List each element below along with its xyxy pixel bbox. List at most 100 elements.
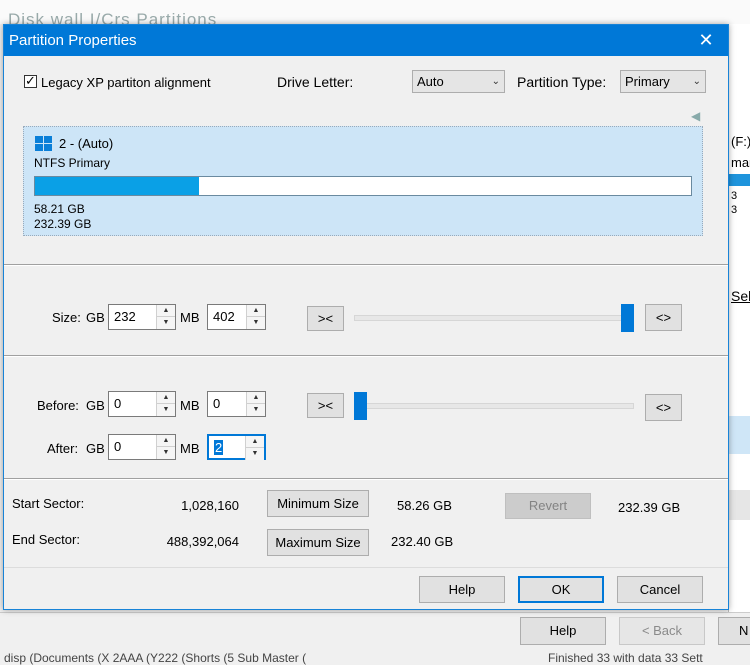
start-sector-label: Start Sector: — [12, 496, 85, 511]
after-gb-value: 0 — [114, 439, 122, 454]
divider — [4, 479, 728, 480]
size-gb-stepper[interactable]: 232 ▲ ▼ — [108, 304, 176, 330]
before-shrink-button[interactable]: >< — [307, 393, 344, 418]
end-sector-label: End Sector: — [12, 532, 80, 547]
partition-type-select[interactable]: Primary ⌄ — [620, 70, 706, 93]
after-gb-stepper[interactable]: 0 ▲ ▼ — [108, 434, 176, 460]
size-gb-value: 232 — [114, 309, 136, 324]
stepper-buttons: ▲ ▼ — [246, 305, 265, 329]
after-mb-value: 2 — [214, 440, 224, 455]
background-back-button[interactable]: < Back — [619, 617, 705, 645]
drive-letter-select[interactable]: Auto ⌄ — [412, 70, 505, 93]
stepper-up-icon[interactable]: ▲ — [247, 305, 265, 317]
disk-filesystem: NTFS Primary — [34, 156, 110, 170]
stepper-buttons: ▲ ▼ — [156, 435, 175, 459]
stepper-down-icon[interactable]: ▼ — [157, 317, 175, 329]
before-slider-thumb[interactable] — [354, 392, 367, 420]
disk-usage-fill — [35, 177, 199, 195]
size-slider-track[interactable] — [354, 315, 634, 321]
disk-name: 2 - (Auto) — [59, 136, 114, 151]
revert-size-value: 232.39 GB — [618, 500, 681, 515]
start-sector-value: 1,028,160 — [181, 498, 239, 513]
size-expand-button[interactable]: <> — [645, 304, 682, 331]
size-label: Size: — [52, 310, 81, 325]
before-mb-value: 0 — [213, 396, 221, 411]
before-gb-label: GB — [86, 398, 105, 413]
after-label: After: — [47, 441, 79, 456]
dialog-title: Partition Properties — [9, 32, 137, 49]
size-shrink-button[interactable]: >< — [307, 306, 344, 331]
drive-letter-label: Drive Letter: — [277, 74, 354, 90]
background-footer-left-text: disp (Documents (X 2AAA (Y222 (Shorts (5… — [4, 651, 307, 665]
background-next-button[interactable]: N — [718, 617, 750, 645]
after-gb-label: GB — [86, 441, 105, 456]
partition-type-label: Partition Type: — [517, 74, 607, 90]
stepper-buttons: ▲ ▼ — [156, 392, 175, 416]
stepper-buttons: ▲ ▼ — [245, 436, 264, 460]
revert-button[interactable]: Revert — [505, 493, 591, 519]
background-right-text-4: 3 — [731, 204, 738, 216]
before-gb-value: 0 — [114, 396, 122, 411]
drive-letter-value: Auto — [417, 74, 444, 89]
stepper-up-icon[interactable]: ▲ — [157, 305, 175, 317]
background-right-band-2 — [729, 490, 750, 520]
stepper-down-icon[interactable]: ▼ — [247, 317, 265, 329]
disk-total-size: 232.39 GB — [34, 217, 92, 231]
end-sector-value: 488,392,064 — [166, 534, 239, 549]
stepper-down-icon[interactable]: ▼ — [157, 404, 175, 416]
legacy-alignment-checkbox[interactable]: ✓ — [24, 73, 37, 88]
dialog-titlebar: Partition Properties ✕ — [4, 25, 728, 56]
minimum-size-button[interactable]: Minimum Size — [267, 490, 369, 517]
background-window-title: Disk wall I/Crs Partitions — [0, 0, 750, 29]
background-right-link[interactable]: Sel — [731, 288, 750, 304]
stepper-down-icon[interactable]: ▼ — [247, 404, 265, 416]
size-slider-thumb[interactable] — [621, 304, 634, 332]
before-mb-stepper[interactable]: 0 ▲ ▼ — [207, 391, 266, 417]
background-right-pane: (F:) mary 3 3 Sel — [728, 24, 750, 614]
background-right-bar — [729, 174, 750, 186]
windows-logo-icon — [35, 136, 53, 153]
background-footer-right-text: Finished 33 with data 33 Sett — [548, 651, 703, 665]
after-mb-label: MB — [180, 441, 200, 456]
disk-info-panel: 2 - (Auto) NTFS Primary 58.21 GB 232.39 … — [23, 126, 703, 236]
stepper-up-icon[interactable]: ▲ — [157, 392, 175, 404]
size-mb-value: 402 — [213, 309, 235, 324]
after-mb-stepper[interactable]: 2 ▲ ▼ — [207, 434, 266, 460]
divider — [4, 265, 728, 266]
stepper-up-icon[interactable]: ▲ — [246, 436, 264, 448]
chevron-down-icon: ⌄ — [692, 76, 701, 87]
stepper-buttons: ▲ ▼ — [156, 305, 175, 329]
help-button[interactable]: Help — [419, 576, 505, 603]
disk-usage-bar — [34, 176, 692, 196]
before-mb-label: MB — [180, 398, 200, 413]
before-label: Before: — [37, 398, 79, 413]
maximum-size-button[interactable]: Maximum Size — [267, 529, 369, 556]
before-gb-stepper[interactable]: 0 ▲ ▼ — [108, 391, 176, 417]
ok-button[interactable]: OK — [518, 576, 604, 603]
size-mb-label: MB — [180, 310, 200, 325]
background-right-text-3: 3 — [731, 190, 738, 202]
background-right-text-1: (F:) — [731, 134, 750, 149]
size-mb-stepper[interactable]: 402 ▲ ▼ — [207, 304, 266, 330]
maximum-size-value: 232.40 GB — [391, 534, 454, 549]
minimum-size-value: 58.26 GB — [397, 498, 452, 513]
background-help-button[interactable]: Help — [520, 617, 606, 645]
before-slider-track[interactable] — [354, 403, 634, 409]
stepper-buttons: ▲ ▼ — [246, 392, 265, 416]
scroll-left-arrow-icon[interactable]: ◀ — [691, 109, 700, 123]
before-expand-button[interactable]: <> — [645, 394, 682, 421]
stepper-down-icon[interactable]: ▼ — [157, 447, 175, 459]
divider — [4, 567, 728, 568]
stepper-down-icon[interactable]: ▼ — [246, 448, 264, 460]
disk-used-size: 58.21 GB — [34, 202, 85, 216]
cancel-button[interactable]: Cancel — [617, 576, 703, 603]
chevron-down-icon: ⌄ — [491, 76, 500, 87]
stepper-up-icon[interactable]: ▲ — [157, 435, 175, 447]
checkmark-icon: ✓ — [25, 73, 36, 88]
partition-properties-dialog: Partition Properties ✕ ✓ Legacy XP parti… — [3, 24, 729, 610]
close-icon[interactable]: ✕ — [684, 25, 728, 56]
stepper-up-icon[interactable]: ▲ — [247, 392, 265, 404]
legacy-alignment-label: Legacy XP partiton alignment — [41, 75, 211, 90]
size-gb-label: GB — [86, 310, 105, 325]
divider — [4, 356, 728, 357]
